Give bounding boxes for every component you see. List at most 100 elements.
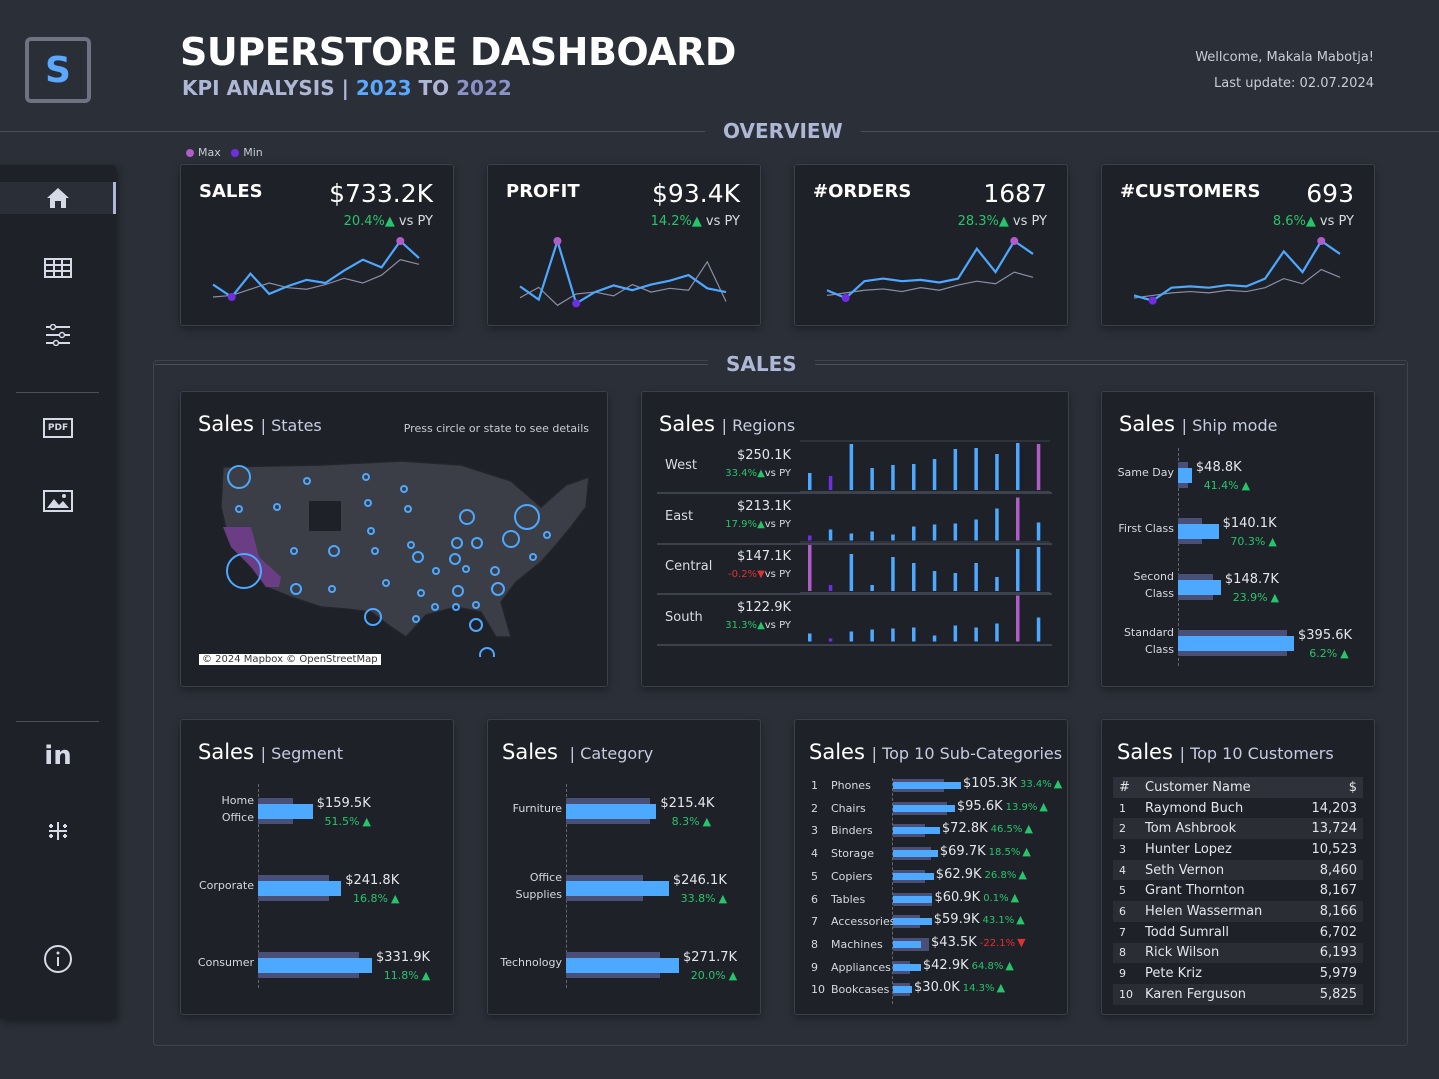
region-month-bar[interactable] (974, 448, 978, 490)
table-icon[interactable] (38, 250, 78, 286)
region-month-bar[interactable] (932, 459, 937, 490)
table-row[interactable]: 5 Grant Thornton 8,167 (1113, 880, 1363, 901)
table-row[interactable]: 1 Raymond Buch 14,203 (1113, 798, 1363, 819)
region-month-bar[interactable] (1036, 444, 1041, 490)
region-month-bar[interactable] (995, 577, 999, 591)
region-month-bar[interactable] (849, 631, 854, 642)
region-month-bar[interactable] (1016, 443, 1020, 490)
table-row[interactable]: 7 Todd Sumrall 6,702 (1113, 922, 1363, 943)
current-year-bar[interactable] (1178, 524, 1219, 539)
region-month-bar[interactable] (870, 468, 874, 490)
region-month-bar[interactable] (1016, 497, 1020, 541)
region-month-bar[interactable] (912, 464, 916, 490)
image-icon[interactable] (38, 483, 78, 519)
region-month-bar[interactable] (995, 508, 999, 541)
current-year-bar[interactable] (893, 782, 961, 789)
table-row[interactable]: 6 Helen Wasserman 8,166 (1113, 901, 1363, 922)
kpi-card-customers[interactable]: #CUSTOMERS 693 8.6%▲ vs PY (1101, 164, 1375, 326)
kpi-card-sales[interactable]: SALES $733.2K 20.4%▲ vs PY (180, 164, 454, 326)
region-month-bar[interactable] (828, 638, 833, 642)
legend-min: Min (243, 146, 263, 159)
info-icon[interactable] (38, 941, 78, 977)
region-month-bar[interactable] (808, 535, 812, 541)
home-icon[interactable] (38, 180, 78, 216)
region-month-bar[interactable] (849, 554, 854, 591)
region-month-bar[interactable] (974, 519, 978, 541)
table-row[interactable]: 10 Karen Ferguson 5,825 (1113, 983, 1363, 1005)
current-year-bar[interactable] (566, 881, 669, 896)
region-month-bar[interactable] (870, 629, 874, 642)
kpi-card-profit[interactable]: PROFIT $93.4K 14.2%▲ vs PY (487, 164, 761, 326)
us-map[interactable] (211, 447, 601, 657)
prior-year-line (519, 260, 727, 307)
region-month-bar[interactable] (912, 526, 916, 541)
current-year-bar[interactable] (258, 881, 342, 896)
current-year-bar[interactable] (258, 958, 372, 973)
wyoming-state[interactable] (309, 501, 341, 531)
table-row[interactable]: 2 Tom Ashbrook 13,724 (1113, 818, 1363, 840)
table-row[interactable]: 8 Rick Wilson 6,193 (1113, 942, 1363, 964)
state-sales-circle[interactable] (469, 618, 483, 632)
current-year-bar[interactable] (893, 850, 938, 858)
region-month-bar[interactable] (828, 585, 833, 591)
region-month-bar[interactable] (808, 473, 812, 490)
current-year-bar[interactable] (1178, 580, 1221, 595)
current-year-bar[interactable] (893, 940, 921, 948)
region-month-bar[interactable] (1016, 595, 1020, 642)
region-month-bar[interactable] (953, 573, 958, 591)
linkedin-icon[interactable]: in (38, 738, 78, 774)
region-month-bar[interactable] (849, 444, 854, 490)
region-month-bar[interactable] (891, 534, 895, 541)
us-landmass[interactable] (220, 460, 590, 638)
region-month-bar[interactable] (849, 533, 854, 541)
bar-label: First Class (1102, 520, 1174, 537)
region-month-bar[interactable] (912, 563, 916, 591)
current-year-bar[interactable] (893, 804, 955, 812)
region-month-bar[interactable] (891, 557, 895, 591)
table-row[interactable]: 9 Pete Kriz 5,979 (1113, 963, 1363, 984)
region-month-bar[interactable] (828, 529, 833, 541)
region-month-bar[interactable] (891, 628, 895, 642)
region-month-bar[interactable] (891, 465, 895, 490)
current-year-bar[interactable] (893, 872, 934, 880)
table-row[interactable]: 4 Seth Vernon 8,460 (1113, 859, 1363, 881)
state-sales-circle[interactable] (479, 647, 495, 657)
up-arrow-icon: ▲ (421, 969, 431, 982)
region-month-bar[interactable] (974, 627, 978, 642)
region-month-bar[interactable] (995, 623, 999, 642)
region-month-bar[interactable] (974, 563, 978, 591)
region-month-bar[interactable] (808, 633, 812, 642)
region-month-bar[interactable] (1036, 522, 1041, 541)
current-year-bar[interactable] (893, 918, 932, 926)
kpi-card-orders[interactable]: #ORDERS 1687 28.3%▲ vs PY (794, 164, 1068, 326)
current-year-bar[interactable] (1178, 468, 1192, 483)
tableau-icon[interactable] (38, 813, 78, 849)
region-month-bar[interactable] (1036, 617, 1041, 642)
current-year-bar[interactable] (893, 963, 921, 971)
table-row[interactable]: 3 Hunter Lopez 10,523 (1113, 839, 1363, 860)
region-month-bar[interactable] (932, 524, 937, 541)
region-month-bar[interactable] (995, 454, 999, 490)
region-month-bar[interactable] (808, 545, 812, 591)
region-month-bar[interactable] (953, 449, 958, 490)
current-year-bar[interactable] (893, 895, 933, 903)
filter-icon[interactable] (38, 317, 78, 353)
current-year-bar[interactable] (566, 958, 679, 973)
current-year-bar[interactable] (566, 804, 657, 819)
region-month-bar[interactable] (870, 531, 874, 541)
region-month-bar[interactable] (932, 571, 937, 591)
current-year-bar[interactable] (1178, 636, 1294, 651)
region-month-bar[interactable] (912, 627, 916, 642)
region-month-bar[interactable] (828, 476, 833, 490)
region-month-bar[interactable] (932, 635, 937, 642)
region-month-bar[interactable] (870, 585, 874, 591)
pdf-icon[interactable]: PDF (38, 410, 78, 446)
current-year-bar[interactable] (258, 804, 313, 819)
region-month-bar[interactable] (953, 625, 958, 642)
table-cell: 3 (1119, 842, 1126, 856)
region-month-bar[interactable] (1036, 547, 1041, 591)
region-month-bar[interactable] (1016, 549, 1020, 591)
region-month-bar[interactable] (953, 523, 958, 541)
current-year-bar[interactable] (893, 827, 940, 835)
current-year-bar[interactable] (893, 986, 913, 994)
